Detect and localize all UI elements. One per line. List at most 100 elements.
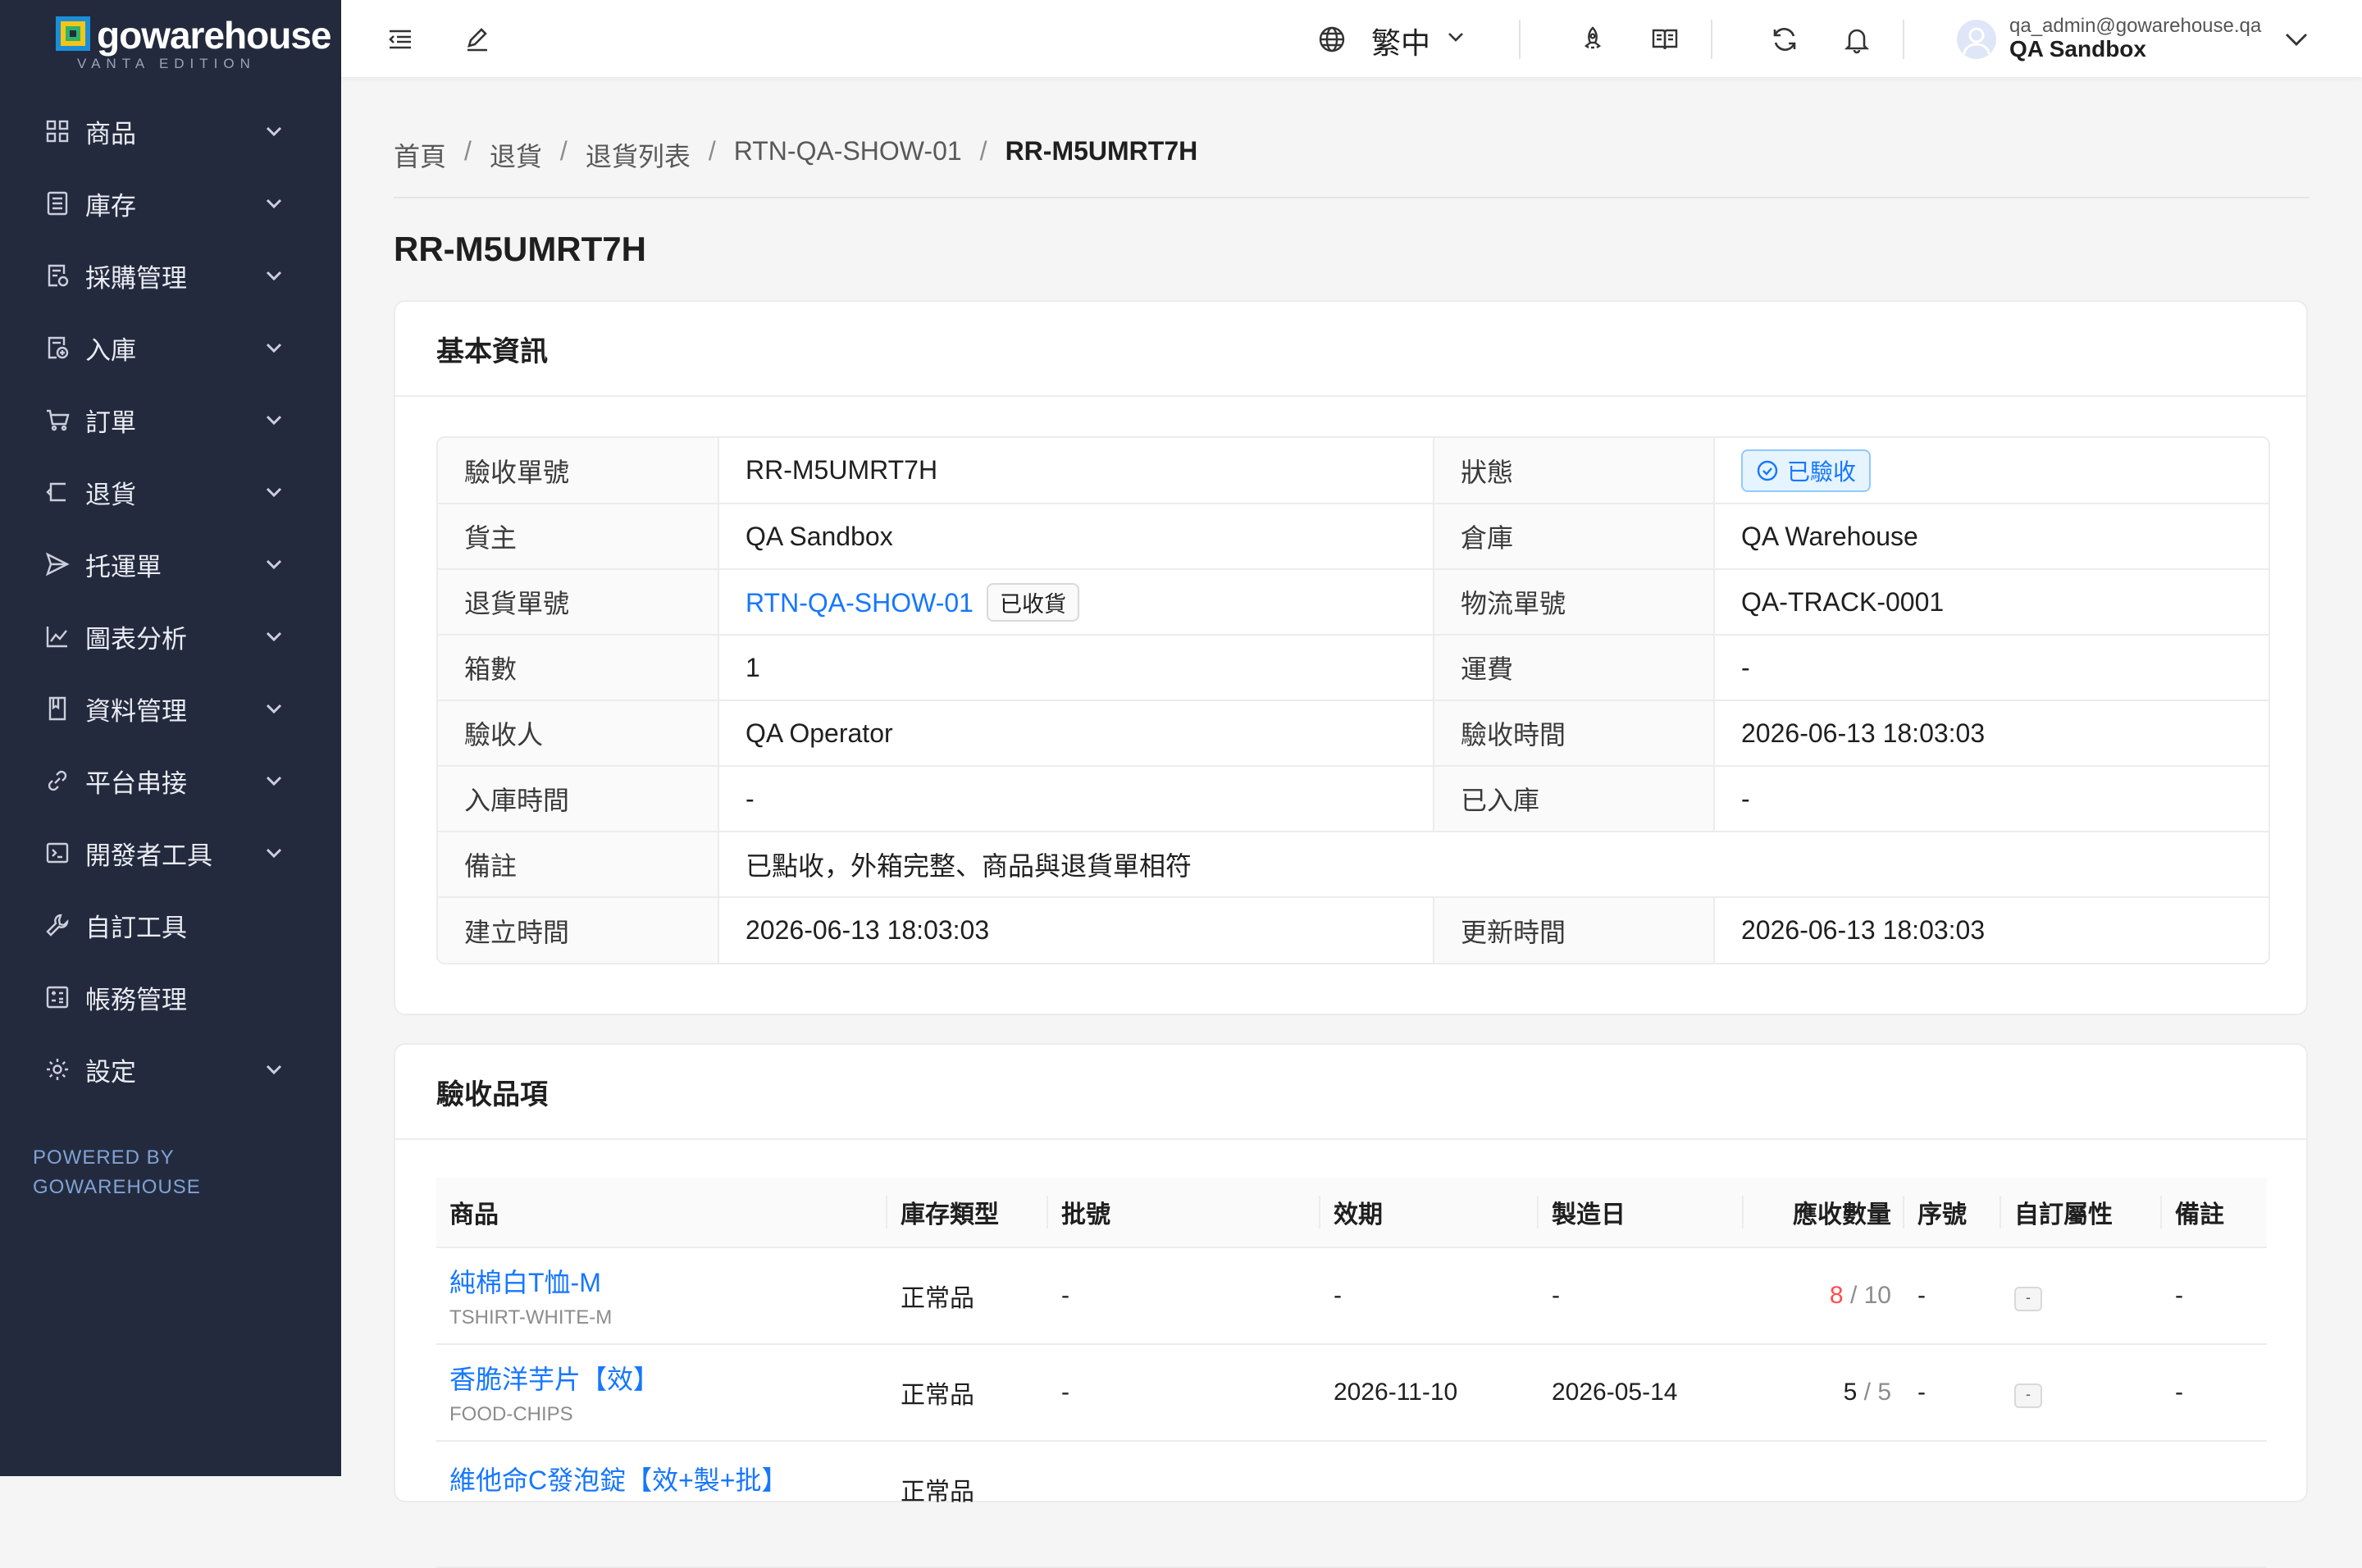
sidebar-item-purchase[interactable]: 採購管理 (0, 239, 341, 312)
product-cell: 純棉白T恤-M TSHIRT-WHITE-M (436, 1247, 887, 1345)
desc-row: 貨主 QA Sandbox 倉庫 QA Warehouse (438, 504, 2269, 570)
stock-type-cell: 正常品 (887, 1247, 1048, 1345)
expiry-cell: - (1320, 1247, 1539, 1345)
language-selector[interactable]: 繁中 (1371, 20, 1430, 62)
chevron-down-icon[interactable] (1445, 26, 1466, 48)
sidebar-item-data[interactable]: 資料管理 (0, 672, 341, 745)
received-qty: 8 (1829, 1282, 1844, 1309)
custom-attr-cell (2001, 1441, 2162, 1568)
sidebar-item-settings[interactable]: 設定 (0, 1033, 341, 1105)
chevron-down-icon (266, 126, 282, 137)
sidebar-item-inbound[interactable]: 入庫 (0, 312, 341, 384)
sidebar-item-returns[interactable]: 退貨 (0, 456, 341, 528)
column-header[interactable]: 批號 (1048, 1178, 1320, 1248)
send-icon (45, 552, 70, 577)
book-open-icon[interactable] (1650, 25, 1680, 54)
sidebar-item-devtools[interactable]: 開發者工具 (0, 817, 341, 889)
inspected-at-value: 2026-06-13 18:03:03 (1714, 700, 2269, 767)
wrench-icon (46, 914, 69, 937)
sidebar-item-label: 設定 (85, 1057, 136, 1087)
column-header[interactable]: 應收數量 (1744, 1178, 1904, 1248)
user-org[interactable]: QA Sandbox (2009, 36, 2146, 62)
sidebar-item-products[interactable]: 商品 (0, 95, 341, 167)
brand-name: gowarehouse (97, 14, 332, 57)
desc-row: 入庫時間 - 已入庫 - (438, 766, 2269, 832)
status-cell: 已驗收 (1714, 438, 2269, 504)
column-header[interactable]: 效期 (1320, 1178, 1539, 1248)
return-no-cell: RTN-QA-SHOW-01 已收貨 (718, 569, 1434, 636)
column-header[interactable]: 庫存類型 (887, 1178, 1048, 1248)
sidebar-item-orders[interactable]: 訂單 (0, 384, 341, 456)
chevron-down-icon[interactable] (2282, 25, 2311, 54)
basic-info-descriptions: 驗收單號 RR-M5UMRT7H 狀態 已驗收 貨主 QA Sandbox 倉庫… (436, 436, 2270, 964)
desc-row: 備註 已點收，外箱完整、商品與退貨單相符 (438, 832, 2269, 898)
product-link[interactable]: 維他命C發泡錠【效+製+批】 (449, 1460, 874, 1497)
qty-separator: / (1857, 1379, 1878, 1406)
user-icon (1963, 27, 1990, 55)
boxes-value: 1 (718, 635, 1434, 701)
menu-collapse-icon[interactable] (385, 25, 415, 54)
column-header[interactable]: 自訂屬性 (2001, 1178, 2162, 1248)
breadcrumb-home[interactable]: 首頁 (394, 136, 446, 174)
chevron-down-icon (266, 343, 282, 353)
sidebar-item-label: 圖表分析 (85, 624, 187, 654)
chevron-down-icon (266, 704, 282, 714)
custom-attr-tag[interactable]: - (2014, 1383, 2042, 1408)
powered-by: POWERED BY GOWAREHOUSE (33, 1143, 201, 1202)
custom-attr-tag[interactable]: - (2014, 1286, 2042, 1311)
serial-cell: - (1904, 1344, 2001, 1442)
sidebar-item-label: 採購管理 (85, 263, 187, 293)
sidebar-item-custom-tools[interactable]: 自訂工具 (0, 889, 341, 961)
edit-icon[interactable] (463, 25, 492, 54)
avatar[interactable] (1957, 20, 1996, 59)
sidebar-item-analytics[interactable]: 圖表分析 (0, 600, 341, 672)
chevron-down-icon (266, 559, 282, 570)
chevron-down-icon (266, 487, 282, 498)
top-header: 繁中 qa_admin@gowarehouse.qa QA Sandbox (341, 0, 2362, 77)
product-link[interactable]: 純棉白T恤-M (449, 1262, 874, 1300)
serial-cell (1904, 1441, 2001, 1568)
column-header[interactable]: 備註 (2162, 1178, 2267, 1248)
column-header[interactable]: 製造日 (1539, 1178, 1744, 1248)
bell-icon[interactable] (1842, 25, 1872, 54)
divider (394, 197, 2310, 198)
breadcrumb-return-list[interactable]: 退貨列表 (586, 136, 691, 174)
field-label: 驗收時間 (1434, 700, 1715, 767)
field-label: 貨主 (438, 504, 719, 570)
product-cell: 維他命C發泡錠【效+製+批】 (436, 1441, 887, 1568)
table-row: 香脆洋芋片【效】 FOOD-CHIPS 正常品 - 2026-11-10 202… (436, 1344, 2267, 1442)
chevron-down-icon (266, 631, 282, 642)
product-link[interactable]: 香脆洋芋片【效】 (449, 1359, 874, 1397)
field-label: 更新時間 (1434, 897, 1715, 963)
inbound-icon (48, 336, 69, 359)
breadcrumb-returns[interactable]: 退貨 (490, 136, 542, 174)
batch-cell: - (1048, 1247, 1320, 1345)
sidebar-item-label: 帳務管理 (85, 985, 187, 1014)
divider (1519, 20, 1521, 59)
column-header[interactable]: 商品 (436, 1178, 887, 1248)
breadcrumb-return-order[interactable]: RTN-QA-SHOW-01 (734, 136, 962, 174)
rocket-icon[interactable] (1578, 25, 1607, 54)
field-label: 倉庫 (1434, 504, 1715, 570)
refresh-icon[interactable] (1770, 25, 1799, 54)
owner-value: QA Sandbox (718, 504, 1434, 570)
sidebar-item-shipments[interactable]: 托運單 (0, 528, 341, 600)
created-value: 2026-06-13 18:03:03 (718, 897, 1434, 963)
serial-cell: - (1904, 1247, 2001, 1345)
receipt-no-value: RR-M5UMRT7H (718, 438, 1434, 504)
grid-icon (46, 120, 69, 143)
breadcrumb-separator: / (464, 136, 472, 166)
sidebar-item-integrations[interactable]: 平台串接 (0, 745, 341, 817)
sidebar-item-inventory[interactable]: 庫存 (0, 167, 341, 239)
column-header[interactable]: 序號 (1904, 1178, 2001, 1248)
user-email[interactable]: qa_admin@gowarehouse.qa (2009, 15, 2261, 38)
sidebar-item-billing[interactable]: 帳務管理 (0, 961, 341, 1033)
globe-icon[interactable] (1317, 25, 1347, 54)
sidebar-item-label: 平台串接 (85, 768, 187, 798)
return-status-tag: 已收貨 (986, 582, 1079, 622)
breadcrumb-separator: / (979, 136, 987, 166)
brand-logo[interactable]: gowarehouse VANTA EDITION (56, 14, 332, 74)
sidebar-menu: 商品 庫存 採購管理 入庫 訂單 退貨 托運單 圖表分析 資料管理 平台串接 開… (0, 95, 341, 1105)
return-no-link[interactable]: RTN-QA-SHOW-01 (746, 588, 974, 618)
divider (1711, 20, 1712, 59)
